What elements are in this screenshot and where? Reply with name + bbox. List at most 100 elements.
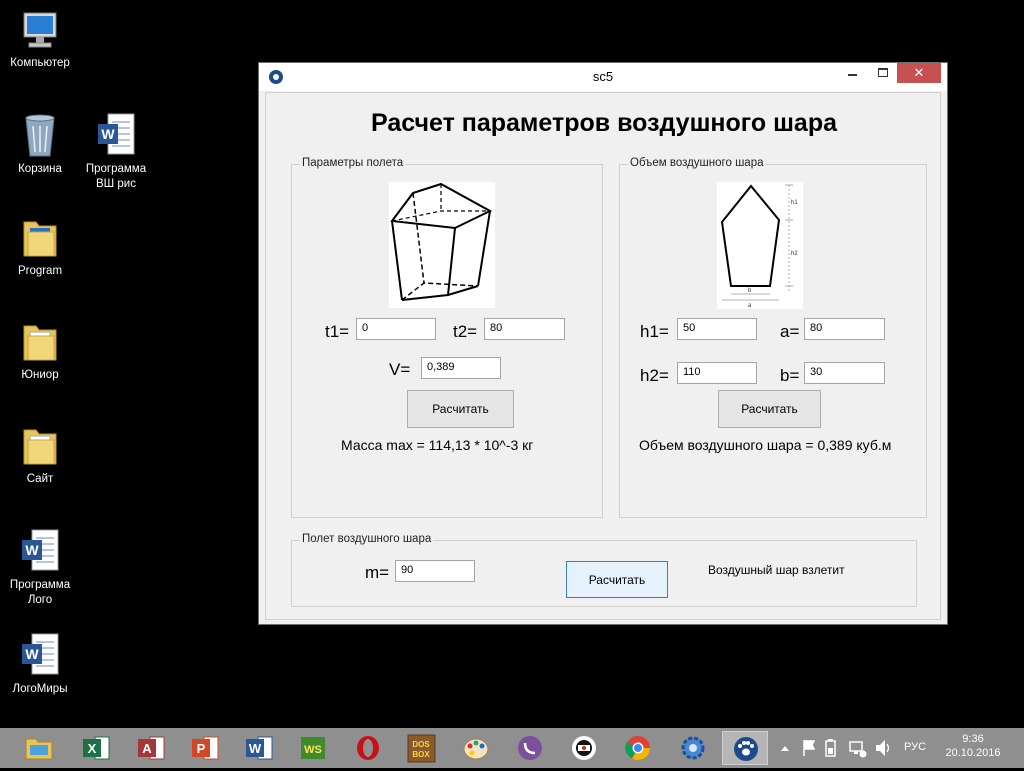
t2-input[interactable]: 80 [484,318,565,340]
recycle-bin-icon [25,114,55,157]
b-dimension-label: b [748,288,752,294]
a-input[interactable]: 80 [804,318,885,340]
group-label: Полет воздушного шара [300,533,434,545]
svg-text:W: W [25,542,39,558]
powerpoint-icon[interactable]: P [182,731,228,765]
m-input[interactable]: 90 [395,560,475,582]
m-label: m= [365,563,390,582]
b-label: b= [780,366,800,385]
desktop-icon-recycle-bin[interactable]: Корзина [0,112,80,177]
word-document-icon: W [22,633,59,675]
balloon-flight-group: Полет воздушного шара m= 90 Расчитать Во… [291,533,917,607]
flight-params-group: Параметры полета t1= 0 t2= 80 V= 0,389 Р… [291,157,603,518]
clock[interactable]: 9:36 20.10.2016 [943,728,1003,768]
svg-text:A: A [142,741,152,756]
desktop-icon-logomiry[interactable]: W ЛогоМиры [0,632,80,697]
viber-icon[interactable] [507,731,553,765]
clock-time: 9:36 [962,733,984,745]
chrome-icon[interactable] [615,731,661,765]
desktop-icon-label: Сайт [26,473,54,485]
desktop-icon-program[interactable]: Program [0,214,80,279]
v-label: V= [389,360,411,379]
desktop-icon-word-logo[interactable]: W Программа Лого [0,528,80,608]
prism-image [389,182,495,308]
svg-text:W: W [101,126,115,142]
h2-label: h2= [640,366,669,385]
b-input[interactable]: 30 [804,362,885,384]
volume-speaker-icon[interactable] [873,728,893,768]
desktop-icon-word-vsh[interactable]: W Программа ВШ рис [76,112,156,192]
h1-input[interactable]: 50 [677,318,757,340]
recorder-icon[interactable] [561,731,607,765]
h2-input[interactable]: 110 [677,362,757,384]
h1-dimension-label: h1 [791,200,798,206]
balloon-shape-image: h1 h2 b a [717,182,803,309]
desktop-icon-computer[interactable]: Компьютер [0,10,80,71]
paw-app-taskbar-icon[interactable] [722,731,768,765]
page-title: Расчет параметров воздушного шара [370,109,838,137]
group-label: Параметры полета [300,157,406,169]
folder-icon [23,221,57,257]
paint-icon[interactable] [454,731,500,765]
minimize-button[interactable] [839,63,867,83]
desktop-icon-label: Программа Лого [9,579,71,606]
maximize-button[interactable] [869,63,897,83]
ws-icon[interactable]: WS [291,731,337,765]
clock-date: 20.10.2016 [945,747,1001,759]
t2-label: t2= [453,322,478,341]
access-icon[interactable]: A [128,731,174,765]
excel-icon[interactable]: X [73,731,119,765]
action-center-flag-icon[interactable] [800,728,818,768]
word-icon[interactable]: W [236,731,282,765]
balloon-calculate-button[interactable]: Расчитать [566,561,668,598]
battery-icon[interactable] [822,728,840,768]
pentagon-diagram: h1 h2 b a [720,184,798,309]
settings-gear-icon[interactable] [670,731,716,765]
desktop-icon-label: Юниор [21,369,59,381]
opera-icon[interactable] [345,731,391,765]
file-explorer-icon[interactable] [16,731,62,765]
taskbar: X A P W WS DOS BOX РУС 9:36 20.10.2016 [0,728,1024,768]
window-client-area: Расчет параметров воздушного шара Параме… [265,92,941,620]
h1-label: h1= [640,322,669,341]
svg-text:W: W [25,646,39,662]
balloon-volume-group: Объем воздушного шара h1 h2 b a h1= 50 a… [619,157,927,518]
language-indicator[interactable]: РУС [904,741,926,753]
desktop-icon-junior[interactable]: Юниор [0,318,80,383]
v-input[interactable]: 0,389 [421,357,501,379]
desktop-icon-label: ЛогоМиры [12,683,68,695]
svg-text:P: P [197,741,206,756]
desktop-icon-label: Программа ВШ рис [85,163,147,190]
desktop-icon-label: Корзина [18,163,62,175]
dosbox-icon[interactable]: DOS BOX [399,731,445,765]
desktop-icon-label: Program [17,265,63,277]
svg-text:WS: WS [304,744,322,756]
svg-text:W: W [249,741,262,756]
desktop-icon-site[interactable]: Сайт [0,422,80,487]
app-window: sc5 ✕ Расчет параметров воздушного шара … [258,62,948,625]
pentagonal-prism-drawing [390,182,493,301]
window-titlebar[interactable]: sc5 ✕ [259,63,947,91]
volume-calculate-button[interactable]: Расчитать [718,390,821,428]
word-document-icon: W [98,113,135,155]
a-label: a= [780,322,800,341]
svg-text:BOX: BOX [412,750,430,759]
svg-text:DOS: DOS [412,740,430,749]
show-hidden-icons-chevron-icon[interactable] [778,728,792,768]
t1-input[interactable]: 0 [356,318,436,340]
h2-dimension-label: h2 [791,251,798,257]
t1-label: t1= [325,322,350,341]
folder-icon [23,429,57,465]
network-icon[interactable] [848,728,868,768]
flight-result: Воздушный шар взлетит [708,563,845,577]
computer-icon [23,12,57,48]
volume-result: Объем воздушного шара = 0,389 куб.м [639,437,892,453]
a-dimension-label: a [748,303,752,309]
word-document-icon: W [22,529,59,571]
close-button[interactable]: ✕ [897,63,941,83]
folder-icon [23,325,57,361]
desktop-icon-label: Компьютер [10,57,70,69]
flight-calculate-button[interactable]: Расчитать [407,390,514,428]
group-label: Объем воздушного шара [628,157,766,169]
max-mass-result: Масса max = 114,13 * 10^-3 кг [341,437,534,453]
